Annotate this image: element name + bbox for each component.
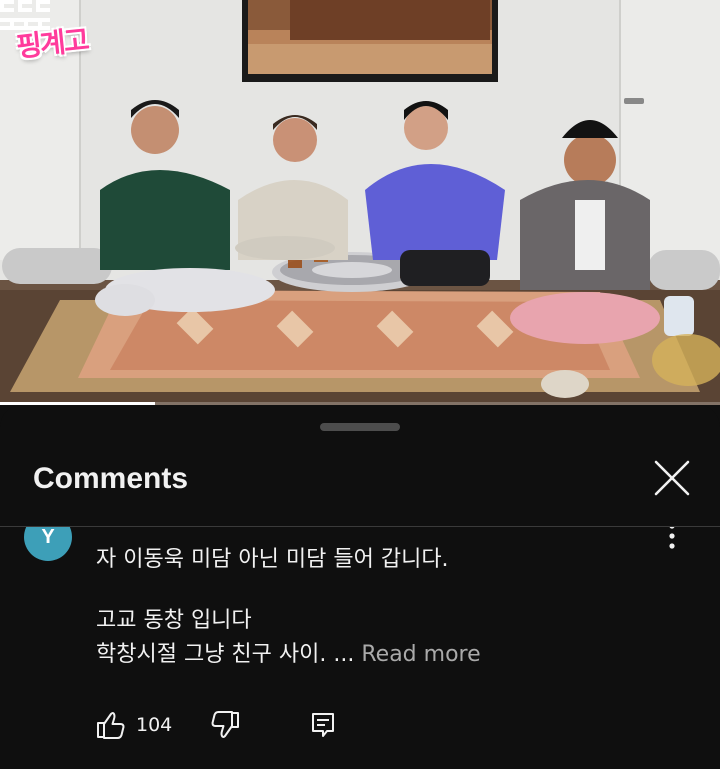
comment-line-last: 학창시절 그냥 친구 사이. ... Read more [96, 638, 686, 672]
like-count: 104 [136, 714, 173, 736]
comment-line: 고교 동창 입니다 [96, 608, 252, 633]
comment-line: 자 이동욱 미담 아닌 미담 들어 갑니다. [96, 547, 449, 572]
thumb-down-icon [211, 711, 240, 738]
channel-logo-icon [0, 0, 50, 30]
reply-icon [312, 713, 335, 737]
thumb-up-icon [97, 712, 125, 739]
dislike-button[interactable] [210, 711, 240, 739]
read-more-link[interactable]: Read more [361, 642, 480, 667]
close-icon[interactable] [648, 454, 696, 502]
comment-line-text: 학창시절 그냥 친구 사이. ... [96, 642, 355, 667]
reply-button[interactable] [310, 711, 336, 739]
panel-title: Comments [33, 462, 189, 495]
avatar[interactable]: Y [24, 527, 72, 561]
like-button[interactable]: 104 [96, 711, 172, 739]
drag-handle[interactable] [320, 423, 400, 431]
comments-panel: Comments Y · · · · · 자 이동욱 미담 아닌 미담 들어 갑… [0, 405, 720, 769]
comment-text: 자 이동욱 미담 아닌 미담 들어 갑니다. 고교 동창 입니다 학창시절 그냥… [96, 543, 686, 672]
video-player[interactable]: 핑계고 [0, 0, 720, 405]
comment-actions: 104 [96, 709, 336, 741]
comment-item: Y · · · · · 자 이동욱 미담 아닌 미담 들어 갑니다. 고교 동창… [0, 527, 720, 769]
comment-author-line[interactable]: · · · · · [96, 527, 148, 534]
